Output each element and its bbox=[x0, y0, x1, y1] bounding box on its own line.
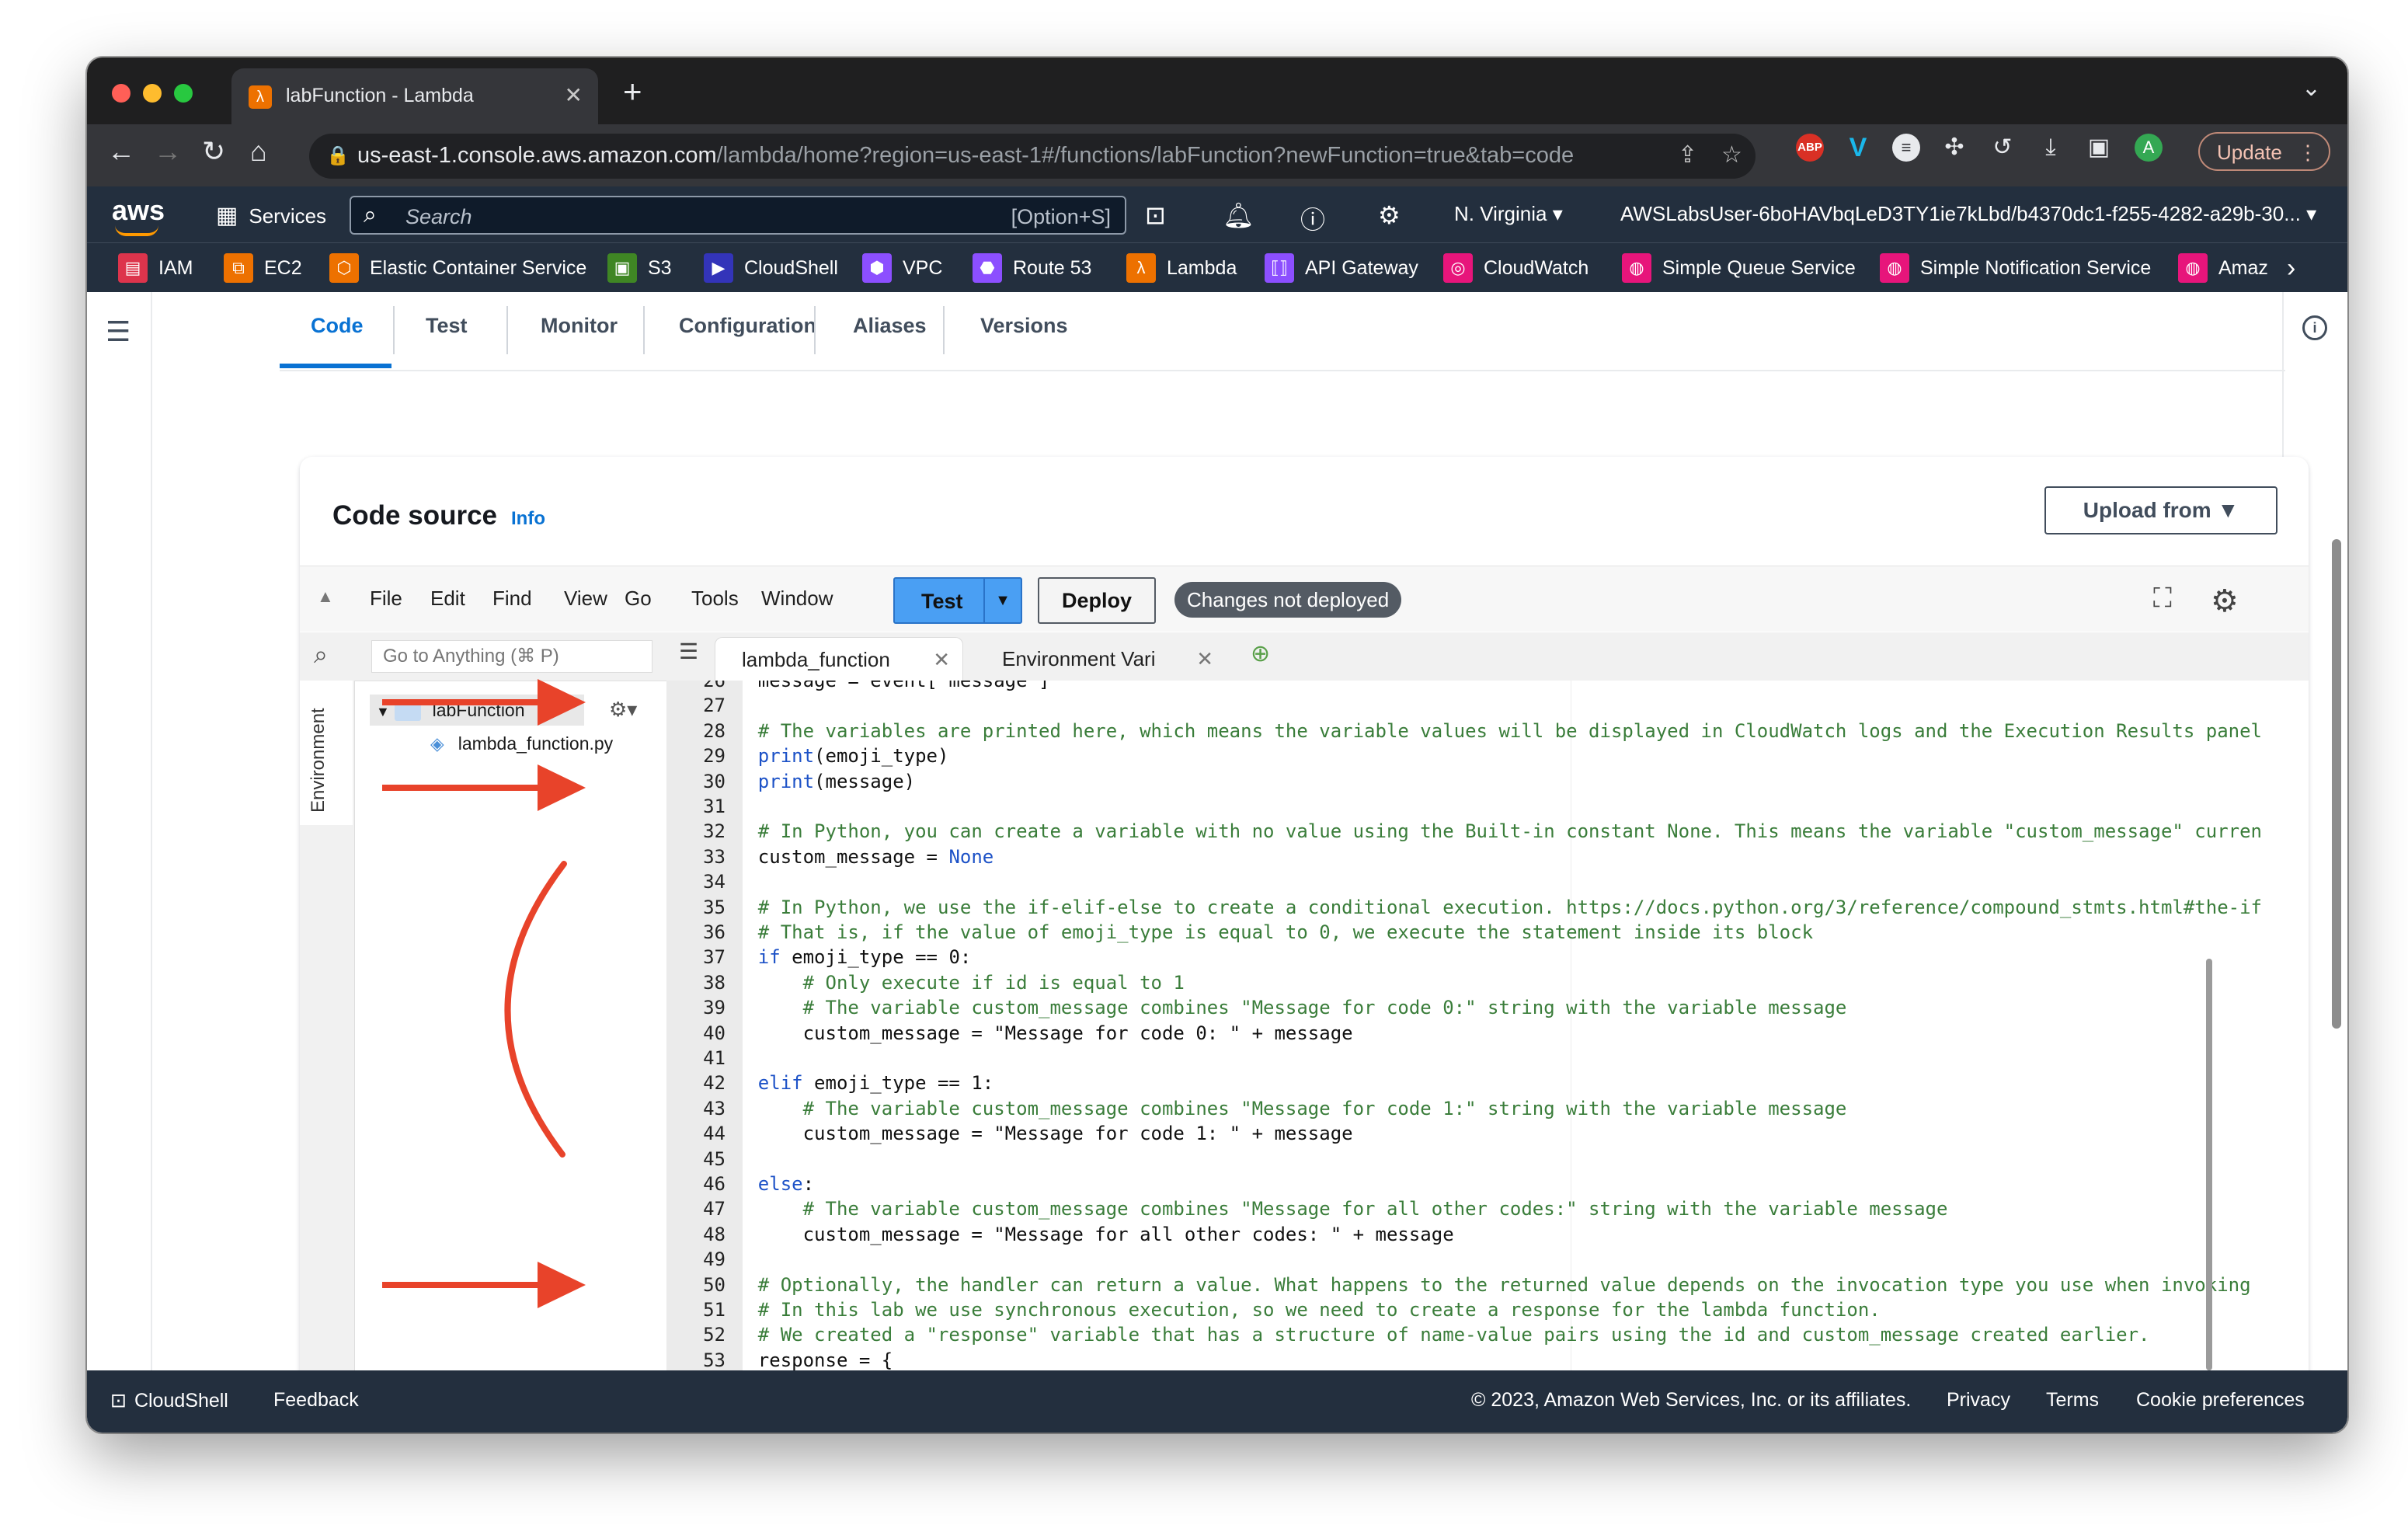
annotation-arrow-line-33 bbox=[382, 764, 586, 811]
annotation-overlay bbox=[382, 679, 586, 1308]
annotation-arrow-line-53 bbox=[382, 1262, 586, 1308]
annotation-bracket-if-else bbox=[504, 861, 567, 1158]
annotation-arrow-line-29 bbox=[382, 679, 586, 726]
